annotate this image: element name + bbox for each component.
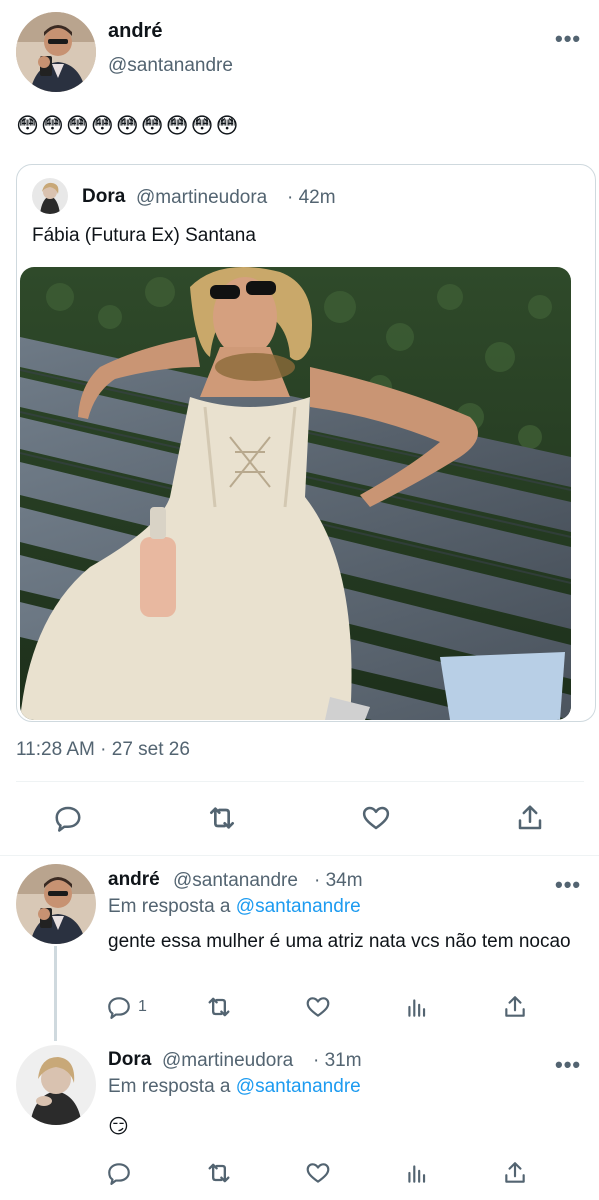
share-icon bbox=[505, 996, 525, 1017]
reply-2-author-handle[interactable]: @martineudora bbox=[162, 1050, 293, 1072]
photo-of-woman-on-bench-icon bbox=[20, 267, 571, 720]
reply-button[interactable] bbox=[50, 800, 86, 836]
main-author-name[interactable]: andré bbox=[108, 20, 162, 43]
reply-1-analytics-button[interactable] bbox=[402, 992, 432, 1022]
avatar-photo-icon bbox=[16, 12, 96, 92]
reply-1-reply-button[interactable]: 1 bbox=[106, 992, 147, 1022]
reply-1-text: gente essa mulher é uma atriz nata vcs n… bbox=[108, 931, 571, 952]
quoted-tweet-image[interactable] bbox=[20, 267, 571, 720]
reply-1-time-ago[interactable]: · 34m bbox=[314, 870, 363, 892]
quoted-author-name: Dora bbox=[82, 186, 126, 207]
quoted-author-avatar bbox=[32, 178, 68, 214]
reply-to-prefix: Em resposta a bbox=[108, 1076, 231, 1097]
retweet-icon bbox=[208, 997, 230, 1017]
reply-1-reply-count: 1 bbox=[138, 998, 147, 1015]
like-button[interactable] bbox=[358, 800, 394, 836]
analytics-icon bbox=[408, 999, 426, 1017]
reply-2-time-ago[interactable]: · 31m bbox=[313, 1050, 362, 1072]
reply-2-more-icon[interactable]: ••• bbox=[555, 1054, 581, 1076]
main-author-avatar[interactable] bbox=[16, 12, 96, 92]
divider bbox=[16, 781, 584, 782]
main-author-handle[interactable]: @santanandre bbox=[108, 55, 233, 77]
quoted-author-handle: @martineudora bbox=[136, 187, 268, 208]
quoted-time-ago: · 42m bbox=[287, 187, 336, 208]
like-icon bbox=[306, 1163, 330, 1183]
quoted-tweet-text: Fábia (Futura Ex) Santana bbox=[32, 225, 256, 246]
divider bbox=[0, 855, 599, 856]
avatar-photo-icon bbox=[32, 178, 68, 214]
analytics-icon bbox=[408, 1165, 426, 1183]
reply-2-like-button[interactable] bbox=[303, 1158, 333, 1188]
tweet-timestamp[interactable]: 11:28 AM · 27 set 26 bbox=[16, 739, 190, 761]
main-tweet-text: 😳😳😳😳😳😳😳😳😳 bbox=[16, 113, 241, 138]
reply-to-prefix: Em resposta a bbox=[108, 896, 231, 917]
reply-2-text: 😏 bbox=[108, 1116, 129, 1138]
thread-line bbox=[54, 946, 57, 1041]
reply-2-retweet-button[interactable] bbox=[204, 1158, 234, 1188]
reply-2-avatar[interactable] bbox=[16, 1045, 96, 1125]
reply-1-retweet-button[interactable] bbox=[204, 992, 234, 1022]
reply-1-author-name[interactable]: andré bbox=[108, 869, 160, 891]
reply-2-context: Em resposta a @santanandre bbox=[108, 1076, 361, 1098]
retweet-button[interactable] bbox=[204, 800, 240, 836]
reply-2-reply-button[interactable] bbox=[106, 1158, 132, 1188]
reply-to-handle[interactable]: @santanandre bbox=[236, 1076, 361, 1097]
reply-2-share-button[interactable] bbox=[500, 1158, 530, 1188]
avatar-photo-icon bbox=[16, 864, 96, 944]
reply-1-like-button[interactable] bbox=[303, 992, 333, 1022]
reply-1-more-icon[interactable]: ••• bbox=[555, 874, 581, 896]
reply-1-author-handle[interactable]: @santanandre bbox=[173, 870, 298, 892]
share-icon bbox=[505, 1162, 525, 1183]
more-options-icon[interactable]: ••• bbox=[555, 28, 581, 50]
reply-icon bbox=[55, 806, 81, 832]
retweet-icon bbox=[210, 807, 234, 829]
reply-1-context: Em resposta a @santanandre bbox=[108, 896, 361, 918]
retweet-icon bbox=[208, 1163, 230, 1183]
reply-2-analytics-button[interactable] bbox=[402, 1158, 432, 1188]
reply-1-avatar[interactable] bbox=[16, 864, 96, 944]
avatar-photo-icon bbox=[16, 1045, 96, 1125]
reply-2-author-name[interactable]: Dora bbox=[108, 1049, 151, 1071]
like-icon bbox=[362, 806, 390, 830]
like-icon bbox=[306, 997, 330, 1017]
reply-1-share-button[interactable] bbox=[500, 992, 530, 1022]
share-button[interactable] bbox=[512, 800, 548, 836]
reply-to-handle[interactable]: @santanandre bbox=[236, 896, 361, 917]
reply-icon bbox=[108, 997, 130, 1019]
reply-icon bbox=[108, 1163, 130, 1185]
share-icon bbox=[518, 805, 542, 830]
